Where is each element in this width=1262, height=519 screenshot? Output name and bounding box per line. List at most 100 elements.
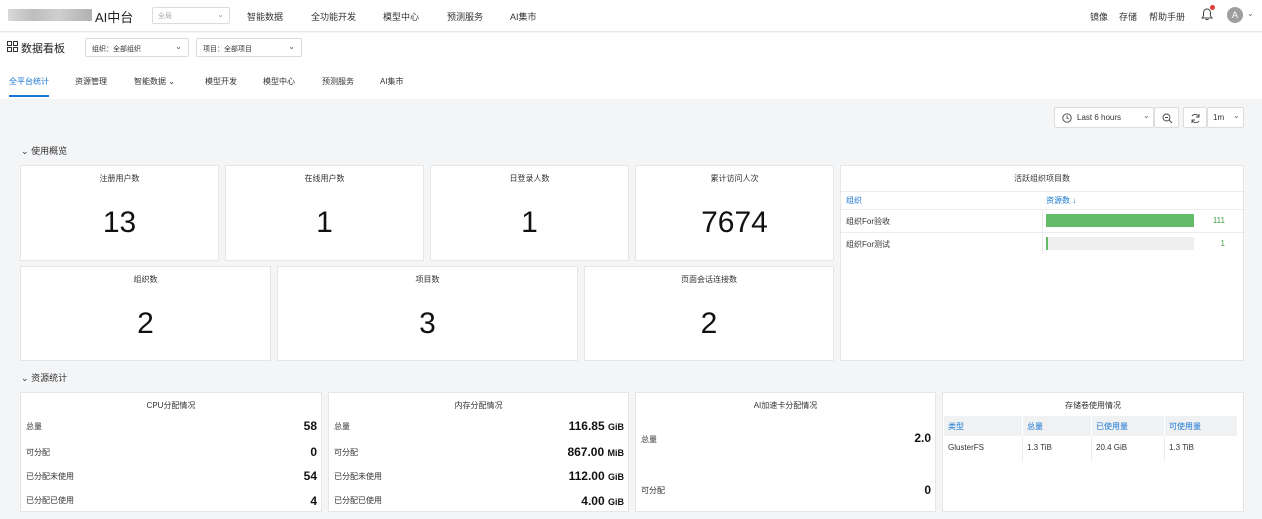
kv-label: 已分配未使用: [26, 472, 74, 481]
tab-model-center[interactable]: 模型中心: [263, 76, 295, 87]
storage-cell-available: 1.3 TiB: [1169, 443, 1194, 452]
storage-col-used[interactable]: 已使用量: [1092, 416, 1164, 436]
kv-label: 总量: [334, 422, 350, 431]
chevron-down-icon: ⌄: [1233, 111, 1240, 120]
stat-card-value: 13: [102, 206, 137, 239]
storage-col-type[interactable]: 类型: [944, 416, 1022, 436]
cpu-allocation-panel: CPU分配情况 总量 58 可分配 0 已分配未使用 54 已分配已使用 4: [20, 392, 322, 512]
stat-card-label: 在线用户数: [304, 174, 345, 183]
accelerator-allocation-panel: AI加速卡分配情况 总量 2.0 可分配 0: [635, 392, 936, 512]
zoom-out-icon: [1162, 113, 1173, 124]
chevron-down-icon: ⌄: [21, 373, 29, 383]
divider: [1164, 436, 1165, 461]
kv-number: 4.00: [581, 494, 605, 508]
org-name: 组织For验收: [846, 217, 890, 226]
dashboard-grid-icon: [7, 41, 18, 52]
storage-usage-panel: 存储卷使用情况 类型 总量 已使用量 可使用量 GlusterFS 1.3 Ti…: [942, 392, 1244, 512]
storage-col-total[interactable]: 总量: [1023, 416, 1091, 436]
tab-model-dev[interactable]: 模型开发: [205, 76, 237, 87]
nav-link-data[interactable]: 智能数据: [247, 10, 283, 23]
usage-section-title: 使用概览: [31, 146, 68, 156]
stat-card-value: 2: [137, 307, 154, 340]
bar-fill: [1046, 214, 1194, 227]
stat-card-value: 7674: [701, 206, 768, 239]
tab-predict-service[interactable]: 预测服务: [322, 76, 354, 87]
stat-card-value: 1: [521, 206, 538, 239]
storage-cell-used: 20.4 GiB: [1096, 443, 1128, 452]
time-range-picker[interactable]: Last 6 hours ⌄: [1054, 107, 1154, 128]
tab-resource-mgmt[interactable]: 资源管理: [75, 76, 107, 87]
bar-track: [1046, 237, 1194, 250]
tab-platform-stats[interactable]: 全平台统计: [9, 76, 49, 87]
logo: [8, 9, 92, 21]
kv-value: 116.85 GiB: [509, 419, 624, 433]
chevron-down-icon[interactable]: ⌄: [1247, 9, 1254, 18]
kv-label: 总量: [26, 422, 42, 431]
resource-section-toggle[interactable]: ⌄ 资源统计: [21, 371, 67, 384]
stat-card-label: 页面会话连接数: [681, 275, 737, 284]
nav-link-help[interactable]: 帮助手册: [1149, 10, 1185, 23]
active-orgs-col-org[interactable]: 组织: [846, 195, 862, 206]
kv-unit: GiB: [607, 497, 624, 507]
refresh-button[interactable]: [1183, 107, 1207, 128]
kv-number: 112.00: [568, 469, 605, 483]
divider: [841, 232, 1243, 233]
avatar[interactable]: A: [1227, 7, 1243, 23]
chevron-down-icon: ⌄: [21, 146, 29, 156]
zoom-out-button[interactable]: [1154, 107, 1179, 128]
tab-ai-market[interactable]: AI集市: [380, 76, 404, 87]
kv-value: 58: [303, 419, 317, 433]
bar-fill: [1046, 237, 1048, 250]
nav-link-storage[interactable]: 存储: [1119, 10, 1137, 23]
storage-cell-total: 1.3 TiB: [1027, 443, 1052, 452]
kv-value: 2.0: [914, 431, 931, 445]
refresh-interval-select[interactable]: 1m ⌄: [1207, 107, 1244, 128]
kv-number: 867.00: [567, 445, 605, 459]
top-navbar: AI中台 全局 ⌄ 智能数据 全功能开发 模型中心 预测服务 AI集市 镜像 存…: [0, 0, 1262, 32]
org-filter-value: 组织：全部组织: [92, 46, 141, 53]
kv-value: 4: [310, 494, 317, 508]
stat-card-online-users: 在线用户数 1: [225, 165, 424, 261]
stat-card-registered-users: 注册用户数 13: [20, 165, 219, 261]
kv-label: 已分配已使用: [334, 496, 382, 505]
kv-unit: GiB: [607, 472, 624, 482]
stat-card-label: 注册用户数: [99, 174, 140, 183]
chevron-down-icon: ⌄: [288, 42, 295, 51]
usage-section-toggle[interactable]: ⌄ 使用概览: [21, 144, 67, 157]
kv-unit: MiB: [607, 448, 625, 458]
kv-value: 0: [924, 483, 931, 497]
stat-card-value: 2: [700, 307, 718, 340]
divider: [1091, 436, 1092, 461]
stat-card-value: 1: [316, 206, 333, 239]
divider: [1022, 436, 1023, 461]
bar-value: 111: [1212, 216, 1225, 225]
kv-value: 867.00 MiB: [509, 445, 624, 459]
active-orgs-title: 活跃组织项目数: [1014, 174, 1070, 183]
bar-value: 1: [1220, 239, 1225, 248]
refresh-interval-value: 1m: [1213, 113, 1225, 122]
kv-value: 4.00 GiB: [509, 494, 624, 508]
nav-link-models[interactable]: 模型中心: [383, 10, 419, 23]
nav-link-dev[interactable]: 全功能开发: [311, 10, 356, 23]
stat-card-label: 组织数: [133, 275, 158, 284]
org-filter[interactable]: 组织：全部组织 ⌄: [85, 38, 189, 57]
scope-select[interactable]: 全局 ⌄: [152, 7, 230, 24]
nav-link-market[interactable]: AI集市: [510, 10, 537, 23]
nav-link-images[interactable]: 镜像: [1090, 10, 1108, 23]
storage-panel-title: 存储卷使用情况: [1065, 401, 1121, 410]
notification-dot: [1210, 5, 1215, 10]
storage-col-available[interactable]: 可使用量: [1165, 416, 1237, 436]
project-filter[interactable]: 项目：全部项目 ⌄: [196, 38, 302, 57]
active-orgs-col-count[interactable]: 资源数 ↓: [1046, 195, 1076, 206]
accelerator-panel-title: AI加速卡分配情况: [753, 401, 818, 410]
nav-link-predict[interactable]: 预测服务: [447, 10, 483, 23]
tab-smart-data[interactable]: 智能数据 ⌄: [134, 76, 175, 87]
stat-card-session-count: 页面会话连接数 2: [584, 266, 834, 361]
kv-label: 可分配: [334, 448, 358, 457]
brand-title: AI中台: [95, 10, 134, 25]
chevron-down-icon: ⌄: [168, 77, 175, 86]
stat-card-value: 3: [419, 307, 436, 340]
kv-value: 54: [303, 469, 317, 483]
memory-allocation-panel: 内存分配情况 总量 116.85 GiB 可分配 867.00 MiB 已分配未…: [328, 392, 629, 512]
dashboard-header: 数据看板 组织：全部组织 ⌄ 项目：全部项目 ⌄ 全平台统计 资源管理 智能数据…: [0, 33, 1262, 99]
